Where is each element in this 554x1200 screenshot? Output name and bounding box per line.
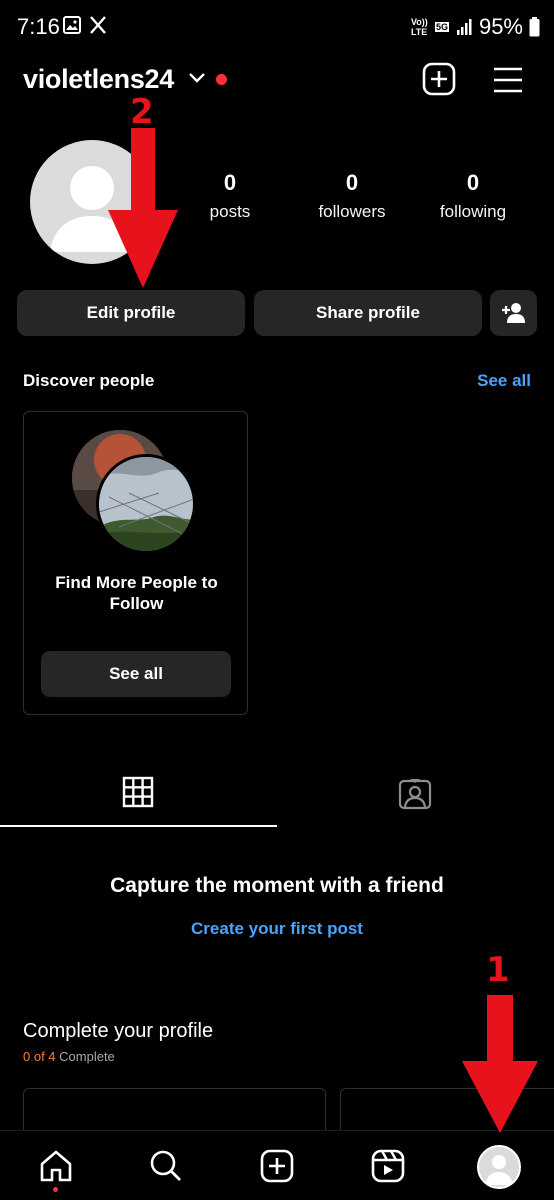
add-friend-button[interactable] (490, 290, 537, 336)
menu-icon[interactable] (492, 66, 524, 94)
gallery-icon (63, 16, 81, 34)
suggested-photo-2 (96, 454, 196, 554)
complete-profile-progress: 0 of 4 Complete (23, 1049, 115, 1064)
annotation-step-1: 1 (486, 950, 510, 990)
signal-icon (456, 19, 472, 35)
search-icon[interactable] (149, 1149, 183, 1183)
username-switcher[interactable]: violetlens24 (23, 64, 174, 95)
create-first-post-label[interactable]: Create your first post (191, 919, 363, 938)
stat-label: following (439, 202, 507, 221)
progress-count: 0 of 4 (23, 1049, 56, 1064)
home-notification-dot (53, 1187, 58, 1192)
chevron-down-icon[interactable] (188, 72, 206, 84)
discover-see-all-link[interactable]: See all (477, 371, 531, 391)
stat-label: posts (209, 202, 251, 221)
posts-count[interactable]: 0 posts (175, 170, 285, 222)
complete-profile-title: Complete your profile (23, 1020, 214, 1042)
edit-profile-button[interactable]: Edit profile (17, 290, 245, 336)
annotation-arrow-1 (462, 995, 538, 1133)
discover-people-title: Discover people (23, 371, 155, 390)
reels-icon[interactable] (371, 1149, 405, 1183)
x-logo-icon (90, 16, 106, 34)
stat-number: 0 (223, 170, 237, 195)
status-bar: 7:16 Vo)) LTE 5G 95% (0, 0, 554, 50)
discover-card: Find More People to Follow See all (23, 411, 248, 715)
stat-number: 0 (466, 170, 480, 195)
annotation-step-2: 2 (130, 92, 154, 132)
default-avatar-icon (485, 1155, 513, 1185)
active-tab-indicator (0, 825, 277, 827)
profile-header: violetlens24 (0, 60, 554, 100)
battery-percent: 95% (478, 14, 523, 39)
bottom-navigation (0, 1130, 554, 1200)
empty-state-title: Capture the moment with a friend (110, 874, 444, 897)
create-icon[interactable] (260, 1149, 294, 1183)
profile-tab-avatar[interactable] (477, 1145, 521, 1189)
share-profile-button[interactable]: Share profile (254, 290, 482, 336)
create-first-post-link[interactable]: Create your first post (0, 919, 554, 939)
new-post-icon[interactable] (422, 62, 456, 96)
volte-indicator: Vo)) LTE (410, 17, 428, 37)
stat-number: 0 (345, 170, 359, 195)
progress-suffix: Complete (55, 1049, 115, 1064)
status-time: 7:16 (17, 14, 60, 39)
notification-dot (216, 74, 227, 85)
tagged-tab-icon[interactable] (398, 776, 432, 810)
followers-count[interactable]: 0 followers (297, 170, 407, 222)
following-count[interactable]: 0 following (418, 170, 528, 222)
network-indicator: 5G (434, 22, 449, 32)
stat-label: followers (318, 202, 386, 221)
add-person-icon (501, 303, 525, 323)
annotation-arrow-2 (108, 128, 178, 288)
grid-tab-icon[interactable] (122, 776, 154, 808)
battery-icon (529, 17, 540, 37)
discover-card-see-all-button[interactable]: See all (41, 651, 231, 697)
discover-card-text: Find More People to Follow (55, 573, 218, 613)
home-icon[interactable] (38, 1149, 74, 1183)
profile-tabs (0, 760, 554, 828)
